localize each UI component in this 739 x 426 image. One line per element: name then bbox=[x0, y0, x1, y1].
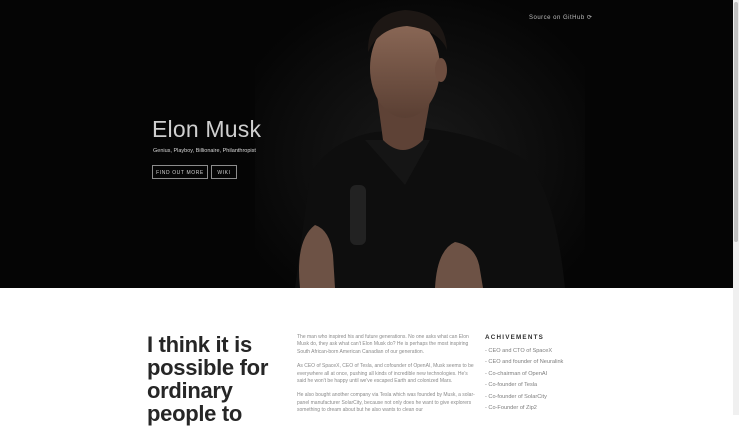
bio-text: The man who inspired his and future gene… bbox=[297, 334, 475, 422]
github-source-link[interactable]: Source on GitHub ⟳ bbox=[529, 14, 592, 21]
list-item: - CEO and CTO of SpaceX bbox=[485, 348, 553, 354]
achievements-list: - CEO and CTO of SpaceX - CEO and founde… bbox=[485, 346, 563, 414]
scrollbar-thumb[interactable] bbox=[734, 2, 738, 242]
bio-paragraph: He also bought another company via Tesla… bbox=[297, 392, 475, 414]
list-item: - CEO and founder of Neuralink bbox=[485, 359, 564, 366]
bio-paragraph: As CEO of SpaceX, CEO of Tesla, and cofo… bbox=[297, 363, 474, 385]
page-scrollbar[interactable] bbox=[733, 0, 739, 415]
hero-title: Elon Musk bbox=[152, 116, 262, 142]
list-item: - Co-chairman of OpenAI bbox=[485, 370, 548, 377]
hero-subtitle: Genius, Playboy, Billionaire, Philanthro… bbox=[153, 148, 256, 154]
achievements-heading: ACHIVEMENTS bbox=[485, 334, 545, 341]
bio-paragraph: The man who inspired his and future gene… bbox=[297, 334, 469, 355]
list-item: - Co-founder of Tesla bbox=[485, 382, 538, 389]
list-item: - Co-founder of SolarCity bbox=[485, 393, 547, 400]
find-out-more-button[interactable]: FIND OUT MORE bbox=[152, 165, 208, 179]
wiki-button[interactable]: WIKI bbox=[211, 165, 237, 179]
list-item: - Co-Founder of Zip2 bbox=[485, 404, 537, 411]
portrait-image bbox=[255, 0, 585, 288]
quote-heading: I think it is possible for ordinary peop… bbox=[147, 332, 269, 426]
hero-section: Source on GitHub ⟳ Elon Musk Genius, Pla… bbox=[0, 0, 733, 288]
